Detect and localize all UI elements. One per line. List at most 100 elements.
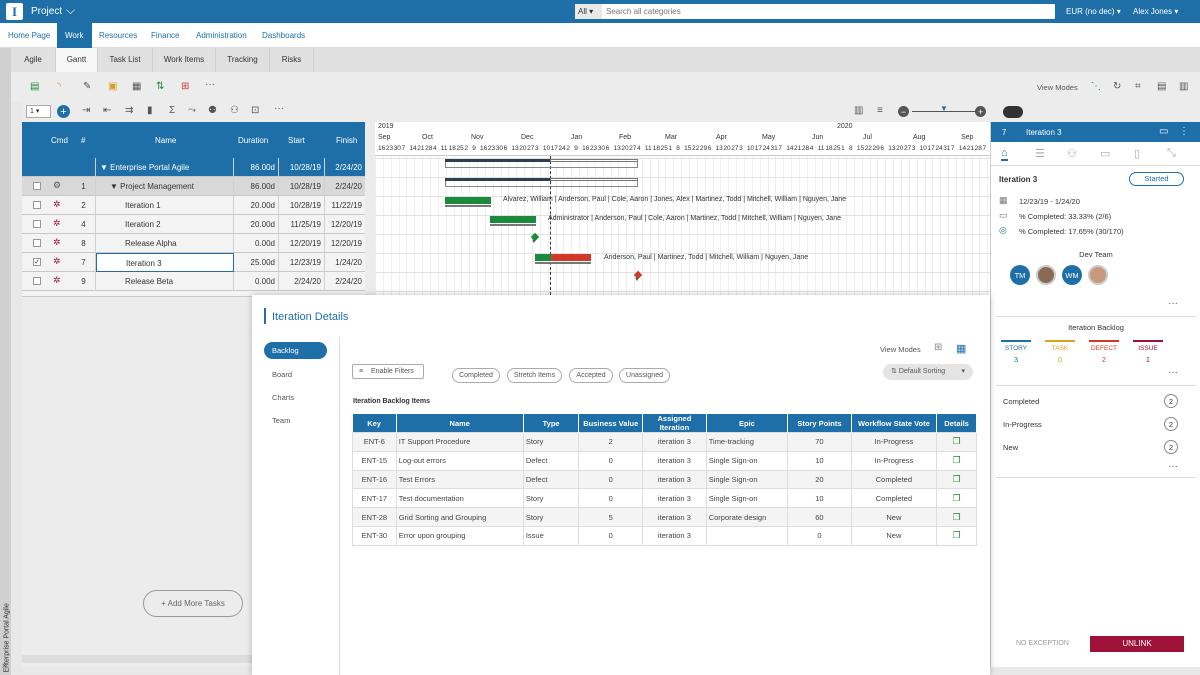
cell-key[interactable]: ENT-17	[352, 488, 397, 509]
add-task-icon[interactable]: +	[57, 105, 70, 118]
cell-key[interactable]: ENT-30	[352, 525, 397, 546]
column-header[interactable]: Type	[523, 414, 580, 433]
cell-details[interactable]: ❐	[936, 507, 977, 527]
columns-icon[interactable]: ▥	[854, 105, 863, 116]
nav-home-page[interactable]: Home Page	[8, 23, 50, 48]
details-icon[interactable]: ❐	[953, 512, 961, 522]
table-row[interactable]: ENT-30 Error upon grouping Issue 0 iteration…	[352, 525, 977, 546]
table-view-icon[interactable]: ▦	[956, 342, 966, 355]
state-count-badge[interactable]: 2	[1164, 394, 1178, 408]
column-header[interactable]: Workflow State Vote	[851, 414, 938, 433]
row-checkbox[interactable]	[33, 277, 41, 285]
cell-name[interactable]: Error upon grouping	[395, 525, 524, 546]
row-name[interactable]: Iteration 1	[96, 196, 234, 215]
grid-view-icon[interactable]: ⊞	[934, 342, 942, 353]
more-icon[interactable]: ···	[205, 79, 215, 90]
table-row[interactable]: ENT-28 Grid Sorting and Grouping Story 5 ite…	[352, 507, 977, 527]
backlog-stat-label[interactable]: TASK	[1045, 345, 1075, 352]
tab-link-icon[interactable]: ⤡	[1167, 147, 1176, 160]
tab-card-icon[interactable]: ▭	[1100, 147, 1110, 160]
table-row[interactable]: ENT-16 Test Errors Defect 0 iteration 3 Singl…	[352, 469, 977, 490]
zoom-in-icon[interactable]: +	[975, 106, 986, 117]
col-finish[interactable]: Finish	[336, 136, 357, 145]
nav-finance[interactable]: Finance	[151, 23, 179, 48]
tab-team-icon[interactable]: ⚇	[1067, 147, 1077, 160]
column-header[interactable]: Name	[396, 414, 524, 433]
view-mode-split-icon[interactable]: ▥	[1179, 81, 1188, 92]
tab-overview-icon[interactable]: ⌂	[1001, 147, 1008, 161]
tab-list-icon[interactable]: ☰	[1035, 147, 1045, 160]
tab-team[interactable]: Team	[272, 416, 290, 425]
move-icon[interactable]: ⇉	[125, 105, 133, 116]
kebab-menu-icon[interactable]: ⋮	[1179, 126, 1189, 137]
zoom-handle[interactable]: ▼	[940, 104, 948, 113]
table-row[interactable]: ENT-15 Log-out errors Defect 0 iteration 3 Si…	[352, 450, 977, 471]
col-name[interactable]: Name	[155, 136, 176, 145]
details-icon[interactable]: ❐	[953, 436, 961, 446]
tab-work-items[interactable]: Work Items	[153, 48, 216, 72]
backlog-stat-label[interactable]: ISSUE	[1133, 345, 1163, 352]
table-row[interactable]: ✲ 4 Iteration 2 20.00d 11/25/19 12/20/19	[22, 215, 365, 234]
currency-selector[interactable]: EUR (no dec) ▾	[1066, 7, 1121, 16]
table-row[interactable]: ✲ 8 Release Alpha 0.00d 12/20/19 12/20/19	[22, 234, 365, 253]
sync-icon[interactable]: ⇅	[156, 81, 164, 92]
row-checkbox[interactable]	[33, 220, 41, 228]
row-checkbox[interactable]	[33, 201, 41, 209]
lock-icon[interactable]: ▣	[108, 81, 117, 92]
avatar[interactable]: WM	[1062, 265, 1082, 285]
column-header[interactable]: Story Points	[787, 414, 852, 433]
gear-icon[interactable]: ⚙	[53, 180, 61, 191]
filter-icon[interactable]: ≡	[877, 105, 883, 116]
delete-icon[interactable]: ▮	[147, 105, 153, 116]
tab-board[interactable]: Board	[272, 370, 292, 379]
filter-accepted[interactable]: Accepted	[569, 368, 613, 383]
backlog-stat-label[interactable]: DEFECT	[1089, 345, 1119, 352]
add-document-icon[interactable]: ▤	[30, 81, 39, 92]
tab-task-list[interactable]: Task List	[98, 48, 153, 72]
indent-icon[interactable]: ⇥	[82, 105, 90, 116]
tab-gantt[interactable]: Gantt	[56, 48, 98, 72]
remove-user-icon[interactable]: ⚇	[230, 105, 239, 116]
filter-unassigned[interactable]: Unassigned	[619, 368, 670, 383]
tab-charts[interactable]: Charts	[272, 393, 294, 402]
chevron-down-icon[interactable]: ⌵	[66, 3, 75, 18]
row-name[interactable]: Release Beta	[96, 272, 234, 291]
table-row[interactable]: ▼ Enterprise Portal Agile 86.00d 10/28/19 2…	[22, 158, 365, 177]
save-icon[interactable]: ▦	[132, 81, 141, 92]
row-checkbox[interactable]	[33, 182, 41, 190]
rss-icon[interactable]: ◝	[57, 81, 61, 92]
col-num[interactable]: #	[81, 136, 85, 145]
col-duration[interactable]: Duration	[238, 136, 268, 145]
add-user-icon[interactable]: ⚉	[208, 105, 217, 116]
tab-backlog[interactable]: Backlog	[264, 342, 327, 359]
link-icon[interactable]: ⤳	[188, 105, 196, 116]
column-header[interactable]: Business Value	[578, 414, 644, 433]
state-count-badge[interactable]: 2	[1164, 440, 1178, 454]
status-badge[interactable]: Started	[1129, 172, 1184, 186]
row-checkbox[interactable]	[33, 239, 41, 247]
col-start[interactable]: Start	[288, 136, 305, 145]
column-header[interactable]: Epic	[706, 414, 789, 433]
sorting-dropdown[interactable]: ⇅ Default Sorting ▾	[883, 364, 973, 380]
comment-icon[interactable]: ▭	[1159, 126, 1168, 137]
cell-key[interactable]: ENT-16	[352, 469, 397, 490]
backlog-stat-label[interactable]: STORY	[1001, 345, 1031, 352]
search-bar[interactable]: All ▾ Search all categories	[575, 4, 1055, 19]
screen-icon[interactable]: ⊡	[251, 105, 259, 116]
outdent-icon[interactable]: ⇤	[103, 105, 111, 116]
row-name[interactable]: Iteration 2	[96, 215, 234, 234]
tab-risks[interactable]: Risks	[270, 48, 314, 72]
table-row[interactable]: ENT-17 Test documentation Story 0 iteration …	[352, 488, 977, 509]
cell-name[interactable]: Test documentation	[395, 488, 524, 509]
more-icon[interactable]: ···	[274, 103, 284, 114]
nav-administration[interactable]: Administration	[196, 23, 247, 48]
task-command-icon[interactable]: ✲	[53, 218, 61, 229]
cell-details[interactable]: ❐	[936, 488, 977, 509]
search-scope-dropdown[interactable]: All ▾	[575, 4, 602, 19]
row-name[interactable]: ▼ Project Management	[96, 177, 234, 196]
hierarchy-icon[interactable]: ⊞	[181, 81, 189, 92]
search-input[interactable]: Search all categories	[606, 4, 681, 19]
cell-details[interactable]: ❐	[936, 450, 977, 471]
app-logo[interactable]: I	[6, 3, 23, 20]
cell-name[interactable]: Grid Sorting and Grouping	[395, 507, 524, 527]
